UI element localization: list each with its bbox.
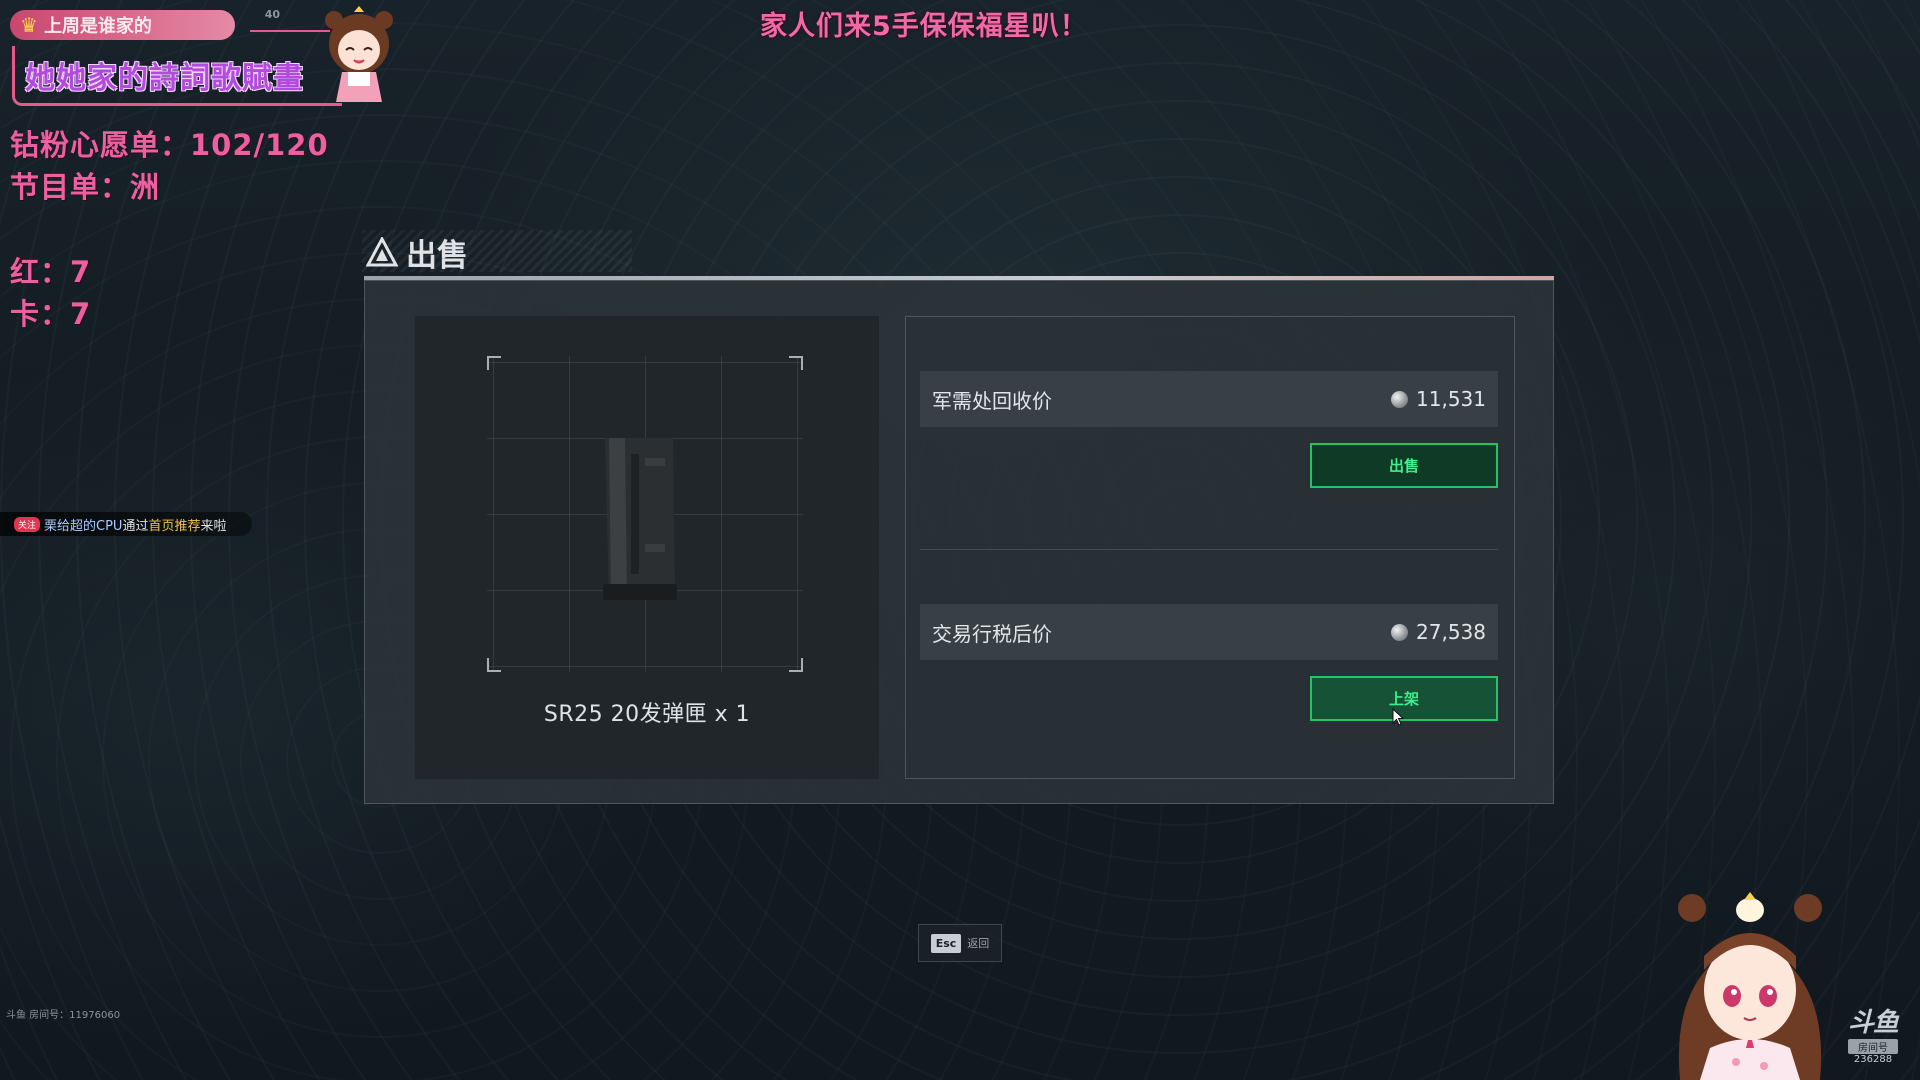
coin-icon bbox=[1391, 623, 1409, 641]
fan-name-plate: 她她家的詩詞歌賦畫 bbox=[12, 46, 342, 106]
stream-banner: 家人们来5手保保福星叭！ bbox=[760, 11, 1088, 42]
recycle-price-amount: 11,531 bbox=[1416, 387, 1486, 411]
recycle-price-label: 军需处回收价 bbox=[932, 388, 1052, 413]
chibi-mascot-image bbox=[325, 6, 393, 102]
follower-name: 栗给超的CPU bbox=[44, 518, 123, 534]
recycle-price-row: 军需处回收价 11,531 bbox=[920, 371, 1498, 427]
follow-notification: 关注 栗给超的CPU 通过 首页推荐 来啦 bbox=[0, 512, 252, 536]
esc-key-badge: Esc bbox=[930, 933, 962, 953]
magazine-item-image bbox=[603, 438, 677, 600]
room-id-label: 斗鱼 房间号：11976060 bbox=[6, 1010, 121, 1021]
market-price-value: 27,538 bbox=[1391, 620, 1486, 644]
price-panel: 军需处回收价 11,531 出售 交易行税后价 27,538 上架 bbox=[905, 316, 1515, 779]
dialog-title-text: 出售 bbox=[406, 237, 468, 274]
market-price-label: 交易行税后价 bbox=[932, 621, 1052, 646]
red-count: 红：7 bbox=[10, 255, 92, 289]
market-price-amount: 27,538 bbox=[1416, 620, 1486, 644]
esc-back-hint[interactable]: Esc 返回 bbox=[918, 924, 1002, 962]
vtuber-avatar-image bbox=[1678, 892, 1822, 1080]
item-name: SR25 20发弹匣 x 1 bbox=[543, 702, 751, 727]
coin-icon bbox=[1391, 390, 1409, 408]
item-preview-panel: SR25 20发弹匣 x 1 bbox=[415, 316, 879, 779]
platform-watermark: 斗鱼 房间号 236288 bbox=[1842, 1002, 1904, 1065]
platform-logo: 斗鱼 bbox=[1847, 1008, 1899, 1038]
mouse-cursor-icon bbox=[1392, 708, 1404, 726]
crown-icon: ♛ bbox=[20, 13, 38, 37]
program-list: 节目单：洲 bbox=[10, 170, 161, 204]
list-on-market-button[interactable]: 上架 bbox=[1310, 676, 1498, 721]
card-count: 卡：7 bbox=[10, 297, 92, 331]
platform-room-number: 236288 bbox=[1853, 1054, 1893, 1065]
triangle-warning-icon bbox=[366, 237, 398, 267]
item-grid-frame bbox=[487, 356, 803, 672]
market-price-row: 交易行税后价 27,538 bbox=[920, 604, 1498, 660]
esc-back-label: 返回 bbox=[967, 937, 990, 950]
wish-list-counter: 钻粉心愿单：102/120 bbox=[10, 128, 329, 162]
sell-button[interactable]: 出售 bbox=[1310, 443, 1498, 488]
badge-ref-number: 40 bbox=[264, 8, 280, 21]
dialog-title: 出售 bbox=[366, 232, 468, 274]
platform-room-tag: 房间号 bbox=[1848, 1039, 1898, 1054]
section-divider bbox=[920, 549, 1498, 550]
top-fan-badge-label: 上周是谁家的 bbox=[43, 16, 152, 37]
fan-name: 她她家的詩詞歌賦畫 bbox=[25, 60, 304, 96]
follow-via: 通过 bbox=[122, 518, 149, 534]
top-fan-badge: ♛ 上周是谁家的 40 bbox=[10, 8, 280, 40]
follow-source: 首页推荐 bbox=[148, 518, 201, 534]
recycle-price-value: 11,531 bbox=[1391, 387, 1486, 411]
follow-tag: 关注 bbox=[14, 516, 41, 532]
sell-dialog: SR25 20发弹匣 x 1 军需处回收价 11,531 出售 交易行税后价 2… bbox=[364, 280, 1554, 804]
follow-suffix: 来啦 bbox=[200, 518, 227, 534]
